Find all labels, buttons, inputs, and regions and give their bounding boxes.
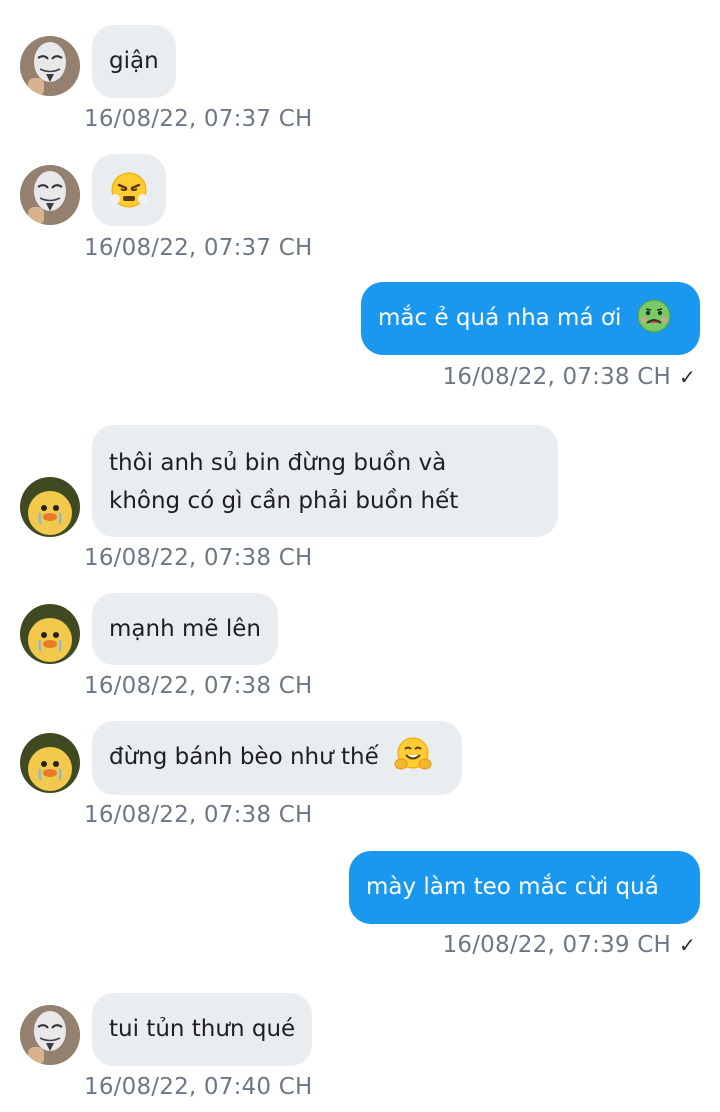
duckling-avatar-icon xyxy=(20,604,80,664)
message-timestamp: 16/08/22, 07:37 CH xyxy=(84,106,313,132)
sent-check-icon: ✓ xyxy=(679,365,696,389)
mask-avatar-icon xyxy=(20,1005,80,1065)
message-timestamp: 16/08/22, 07:38 CH xyxy=(84,545,313,571)
message-line: thôi anh sủ bin đừng buồn và xyxy=(109,450,447,476)
message-bubble-incoming[interactable]: đừng bánh bèo như thế xyxy=(92,721,462,795)
message-text: mắc ẻ quá nha má ơi xyxy=(378,305,622,331)
sender-avatar-mask[interactable] xyxy=(20,165,80,225)
sender-avatar-mask[interactable] xyxy=(20,36,80,96)
message-bubble-incoming[interactable]: tui tủn thưn qué xyxy=(92,993,313,1066)
timestamp-text: 16/08/22, 07:38 CH xyxy=(442,364,672,390)
sent-check-icon: ✓ xyxy=(679,933,696,957)
message-timestamp: 16/08/22, 07:37 CH xyxy=(84,235,313,261)
message-timestamp: 16/08/22, 07:38 CH ✓ xyxy=(443,364,696,390)
sender-avatar-duckling[interactable] xyxy=(20,477,80,537)
message-text: mạnh mẽ lên xyxy=(109,616,261,642)
duckling-avatar-icon xyxy=(20,733,80,793)
message-text: mày làm teo mắc cừi quá xyxy=(366,874,659,900)
message-bubble-outgoing[interactable]: mắc ẻ quá nha má ơi xyxy=(361,282,700,355)
nauseated-face-emoji-icon xyxy=(637,299,671,332)
huffing-face-emoji-icon xyxy=(110,172,148,208)
message-text: giận xyxy=(109,48,159,74)
sender-avatar-duckling[interactable] xyxy=(20,733,80,793)
message-line: không có gì cần phải buồn hết xyxy=(109,488,459,514)
message-bubble-incoming[interactable]: mạnh mẽ lên xyxy=(92,593,278,665)
message-timestamp: 16/08/22, 07:39 CH ✓ xyxy=(443,932,696,958)
mask-avatar-icon xyxy=(20,36,80,96)
message-timestamp: 16/08/22, 07:38 CH xyxy=(84,673,313,699)
sender-avatar-duckling[interactable] xyxy=(20,604,80,664)
duckling-avatar-icon xyxy=(20,477,80,537)
message-bubble-incoming[interactable]: giận xyxy=(92,25,176,98)
mask-avatar-icon xyxy=(20,165,80,225)
message-bubble-outgoing[interactable]: mày làm teo mắc cừi quá xyxy=(349,851,700,924)
message-bubble-incoming[interactable]: thôi anh sủ bin đừng buồn và không có gì… xyxy=(92,425,558,537)
timestamp-text: 16/08/22, 07:39 CH xyxy=(442,932,672,958)
message-text: đừng bánh bèo như thế xyxy=(109,744,379,770)
message-timestamp: 16/08/22, 07:40 CH xyxy=(84,1074,313,1100)
message-timestamp: 16/08/22, 07:38 CH xyxy=(84,802,313,828)
sender-avatar-mask[interactable] xyxy=(20,1005,80,1065)
hugging-face-emoji-icon xyxy=(394,737,432,769)
message-text: tui tủn thưn qué xyxy=(109,1016,296,1042)
message-bubble-incoming[interactable] xyxy=(92,154,166,226)
